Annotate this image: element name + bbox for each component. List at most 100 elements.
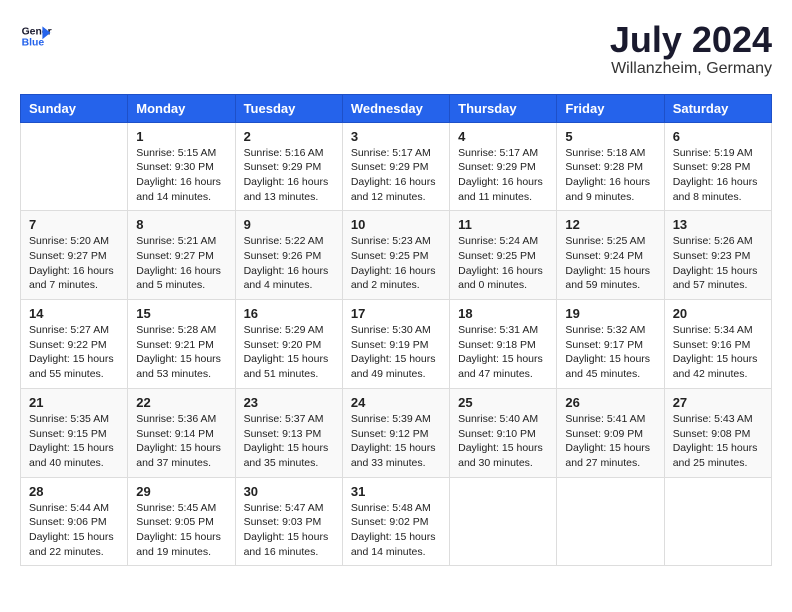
day-number: 26 — [565, 395, 655, 410]
calendar-table: SundayMondayTuesdayWednesdayThursdayFrid… — [20, 94, 772, 567]
day-info: Sunrise: 5:23 AM Sunset: 9:25 PM Dayligh… — [351, 234, 441, 293]
page-header: General Blue July 2024 Willanzheim, Germ… — [20, 20, 772, 78]
calendar-cell: 19 Sunrise: 5:32 AM Sunset: 9:17 PM Dayli… — [557, 300, 664, 389]
calendar-cell: 18Sunrise: 5:31 AM Sunset: 9:18 PM Dayli… — [450, 300, 557, 389]
day-info: Sunrise: 5:37 AM Sunset: 9:13 PM Dayligh… — [244, 412, 334, 471]
title-block: July 2024 Willanzheim, Germany — [610, 20, 772, 78]
calendar-cell — [664, 477, 771, 566]
calendar-cell: 13Sunrise: 5:26 AM Sunset: 9:23 PM Dayli… — [664, 211, 771, 300]
month-title: July 2024 — [610, 20, 772, 60]
day-number: 13 — [673, 217, 763, 232]
day-info: Sunrise: 5:41 AM Sunset: 9:09 PM Dayligh… — [565, 412, 655, 471]
day-info: Sunrise: 5:24 AM Sunset: 9:25 PM Dayligh… — [458, 234, 548, 293]
day-info: Sunrise: 5:43 AM Sunset: 9:08 PM Dayligh… — [673, 412, 763, 471]
day-info: Sunrise: 5:17 AM Sunset: 9:29 PM Dayligh… — [351, 146, 441, 205]
calendar-cell: 12 Sunrise: 5:25 AM Sunset: 9:24 PM Dayli… — [557, 211, 664, 300]
calendar-cell: 1 Sunrise: 5:15 AM Sunset: 9:30 PM Daylig… — [128, 122, 235, 211]
weekday-header-sunday: Sunday — [21, 94, 128, 122]
day-number: 11 — [458, 217, 548, 232]
day-info: Sunrise: 5:16 AM Sunset: 9:29 PM Dayligh… — [244, 146, 334, 205]
day-info: Sunrise: 5:47 AM Sunset: 9:03 PM Dayligh… — [244, 501, 334, 560]
day-number: 22 — [136, 395, 226, 410]
week-row-4: 21Sunrise: 5:35 AM Sunset: 9:15 PM Dayli… — [21, 388, 772, 477]
logo-icon: General Blue — [20, 20, 52, 52]
day-info: Sunrise: 5:19 AM Sunset: 9:28 PM Dayligh… — [673, 146, 763, 205]
day-info: Sunrise: 5:18 AM Sunset: 9:28 PM Dayligh… — [565, 146, 655, 205]
calendar-cell: 9Sunrise: 5:22 AM Sunset: 9:26 PM Daylig… — [235, 211, 342, 300]
day-number: 15 — [136, 306, 226, 321]
weekday-header-row: SundayMondayTuesdayWednesdayThursdayFrid… — [21, 94, 772, 122]
calendar-cell: 10 Sunrise: 5:23 AM Sunset: 9:25 PM Dayli… — [342, 211, 449, 300]
calendar-cell: 30 Sunrise: 5:47 AM Sunset: 9:03 PM Dayli… — [235, 477, 342, 566]
day-number: 7 — [29, 217, 119, 232]
day-info: Sunrise: 5:15 AM Sunset: 9:30 PM Dayligh… — [136, 146, 226, 205]
calendar-cell: 27 Sunrise: 5:43 AM Sunset: 9:08 PM Dayli… — [664, 388, 771, 477]
day-number: 12 — [565, 217, 655, 232]
day-number: 5 — [565, 129, 655, 144]
calendar-cell: 20Sunrise: 5:34 AM Sunset: 9:16 PM Dayli… — [664, 300, 771, 389]
week-row-3: 14 Sunrise: 5:27 AM Sunset: 9:22 PM Dayli… — [21, 300, 772, 389]
calendar-cell: 8Sunrise: 5:21 AM Sunset: 9:27 PM Daylig… — [128, 211, 235, 300]
day-number: 9 — [244, 217, 334, 232]
day-number: 24 — [351, 395, 441, 410]
calendar-cell: 28 Sunrise: 5:44 AM Sunset: 9:06 PM Dayli… — [21, 477, 128, 566]
weekday-header-wednesday: Wednesday — [342, 94, 449, 122]
day-number: 30 — [244, 484, 334, 499]
day-info: Sunrise: 5:21 AM Sunset: 9:27 PM Dayligh… — [136, 234, 226, 293]
calendar-cell: 29 Sunrise: 5:45 AM Sunset: 9:05 PM Dayli… — [128, 477, 235, 566]
day-info: Sunrise: 5:20 AM Sunset: 9:27 PM Dayligh… — [29, 234, 119, 293]
calendar-cell: 5 Sunrise: 5:18 AM Sunset: 9:28 PM Daylig… — [557, 122, 664, 211]
weekday-header-saturday: Saturday — [664, 94, 771, 122]
day-number: 25 — [458, 395, 548, 410]
day-number: 28 — [29, 484, 119, 499]
day-number: 29 — [136, 484, 226, 499]
day-info: Sunrise: 5:40 AM Sunset: 9:10 PM Dayligh… — [458, 412, 548, 471]
weekday-header-thursday: Thursday — [450, 94, 557, 122]
day-info: Sunrise: 5:45 AM Sunset: 9:05 PM Dayligh… — [136, 501, 226, 560]
day-number: 19 — [565, 306, 655, 321]
weekday-header-tuesday: Tuesday — [235, 94, 342, 122]
calendar-cell: 21Sunrise: 5:35 AM Sunset: 9:15 PM Dayli… — [21, 388, 128, 477]
calendar-cell: 7 Sunrise: 5:20 AM Sunset: 9:27 PM Daylig… — [21, 211, 128, 300]
calendar-cell — [557, 477, 664, 566]
week-row-1: 1 Sunrise: 5:15 AM Sunset: 9:30 PM Daylig… — [21, 122, 772, 211]
day-number: 27 — [673, 395, 763, 410]
day-info: Sunrise: 5:44 AM Sunset: 9:06 PM Dayligh… — [29, 501, 119, 560]
day-number: 10 — [351, 217, 441, 232]
day-info: Sunrise: 5:27 AM Sunset: 9:22 PM Dayligh… — [29, 323, 119, 382]
calendar-cell: 17Sunrise: 5:30 AM Sunset: 9:19 PM Dayli… — [342, 300, 449, 389]
calendar-cell: 11 Sunrise: 5:24 AM Sunset: 9:25 PM Dayli… — [450, 211, 557, 300]
day-info: Sunrise: 5:32 AM Sunset: 9:17 PM Dayligh… — [565, 323, 655, 382]
day-number: 20 — [673, 306, 763, 321]
day-number: 23 — [244, 395, 334, 410]
svg-text:Blue: Blue — [22, 38, 45, 49]
day-number: 2 — [244, 129, 334, 144]
day-number: 14 — [29, 306, 119, 321]
day-info: Sunrise: 5:29 AM Sunset: 9:20 PM Dayligh… — [244, 323, 334, 382]
day-number: 1 — [136, 129, 226, 144]
calendar-cell — [21, 122, 128, 211]
week-row-5: 28 Sunrise: 5:44 AM Sunset: 9:06 PM Dayli… — [21, 477, 772, 566]
calendar-cell: 24 Sunrise: 5:39 AM Sunset: 9:12 PM Dayli… — [342, 388, 449, 477]
day-info: Sunrise: 5:28 AM Sunset: 9:21 PM Dayligh… — [136, 323, 226, 382]
calendar-cell: 23 Sunrise: 5:37 AM Sunset: 9:13 PM Dayli… — [235, 388, 342, 477]
day-number: 17 — [351, 306, 441, 321]
calendar-cell: 6Sunrise: 5:19 AM Sunset: 9:28 PM Daylig… — [664, 122, 771, 211]
calendar-cell: 14 Sunrise: 5:27 AM Sunset: 9:22 PM Dayli… — [21, 300, 128, 389]
calendar-cell: 31Sunrise: 5:48 AM Sunset: 9:02 PM Dayli… — [342, 477, 449, 566]
weekday-header-friday: Friday — [557, 94, 664, 122]
calendar-cell: 26 Sunrise: 5:41 AM Sunset: 9:09 PM Dayli… — [557, 388, 664, 477]
day-number: 21 — [29, 395, 119, 410]
day-number: 4 — [458, 129, 548, 144]
day-number: 16 — [244, 306, 334, 321]
location: Willanzheim, Germany — [610, 60, 772, 78]
calendar-cell: 22Sunrise: 5:36 AM Sunset: 9:14 PM Dayli… — [128, 388, 235, 477]
calendar-cell: 16 Sunrise: 5:29 AM Sunset: 9:20 PM Dayli… — [235, 300, 342, 389]
weekday-header-monday: Monday — [128, 94, 235, 122]
logo: General Blue — [20, 20, 52, 52]
day-info: Sunrise: 5:17 AM Sunset: 9:29 PM Dayligh… — [458, 146, 548, 205]
calendar-cell: 25 Sunrise: 5:40 AM Sunset: 9:10 PM Dayli… — [450, 388, 557, 477]
day-info: Sunrise: 5:25 AM Sunset: 9:24 PM Dayligh… — [565, 234, 655, 293]
calendar-cell: 4 Sunrise: 5:17 AM Sunset: 9:29 PM Daylig… — [450, 122, 557, 211]
day-info: Sunrise: 5:39 AM Sunset: 9:12 PM Dayligh… — [351, 412, 441, 471]
